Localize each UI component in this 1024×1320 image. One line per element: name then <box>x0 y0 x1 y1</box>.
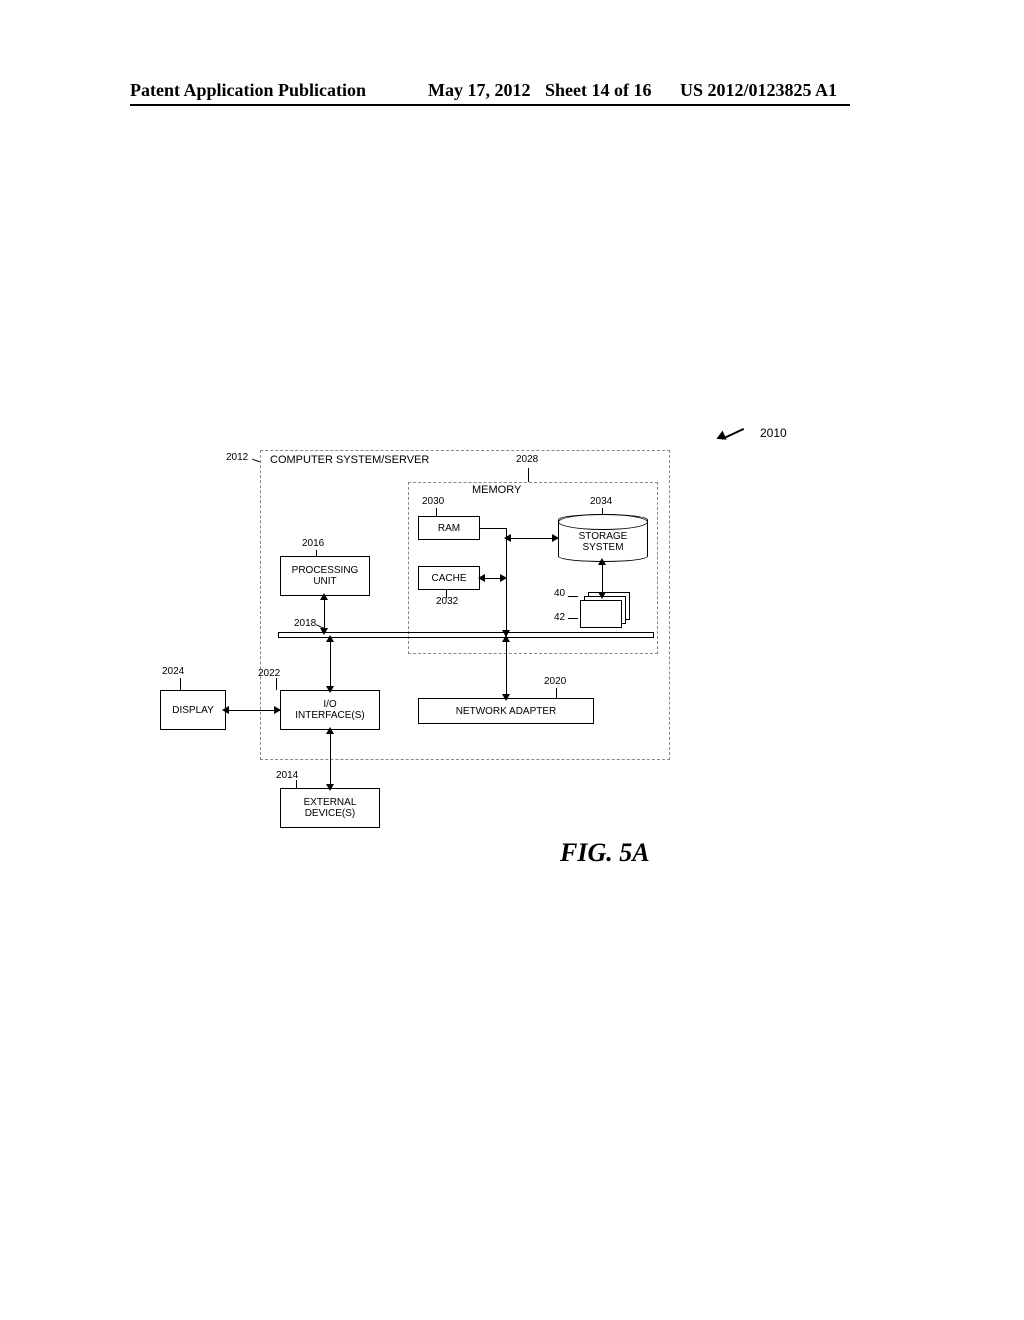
ref-42: 42 <box>554 612 565 623</box>
ref-2024: 2024 <box>162 666 184 677</box>
ref-2016: 2016 <box>302 538 324 549</box>
ref-2020: 2020 <box>544 676 566 687</box>
ref-2030: 2030 <box>422 496 444 507</box>
ref-40: 40 <box>554 588 565 599</box>
display-label: DISPLAY <box>172 705 214 716</box>
external-devices-box: EXTERNAL DEVICE(S) <box>280 788 380 828</box>
processing-unit-box: PROCESSING UNIT <box>280 556 370 596</box>
memory-label: MEMORY <box>472 484 521 496</box>
ref-2028: 2028 <box>516 454 538 465</box>
ref-2032: 2032 <box>436 596 458 607</box>
network-adapter-box: NETWORK ADAPTER <box>418 698 594 724</box>
header-date: May 17, 2012 <box>428 80 531 101</box>
cache-label: CACHE <box>431 573 466 584</box>
io-label: I/O INTERFACE(S) <box>295 699 364 721</box>
header-sheet: Sheet 14 of 16 <box>545 80 652 101</box>
ref-arrow-icon <box>722 434 754 444</box>
computer-system-label: COMPUTER SYSTEM/SERVER <box>270 454 429 466</box>
processing-unit-label: PROCESSING UNIT <box>292 565 359 587</box>
ram-label: RAM <box>438 523 460 534</box>
ref-2018: 2018 <box>294 618 316 629</box>
system-diagram: COMPUTER SYSTEM/SERVER 2012 MEMORY 2028 … <box>160 430 690 860</box>
header-rule <box>130 104 850 106</box>
header-pub-type: Patent Application Publication <box>130 80 366 101</box>
external-label: EXTERNAL DEVICE(S) <box>304 797 357 819</box>
cache-box: CACHE <box>418 566 480 590</box>
ref-2034: 2034 <box>590 496 612 507</box>
ref-outer-system: 2010 <box>760 426 787 440</box>
figure-caption: FIG. 5A <box>560 838 650 868</box>
ref-2014: 2014 <box>276 770 298 781</box>
storage-cylinder: STORAGE SYSTEM <box>558 514 648 562</box>
network-adapter-label: NETWORK ADAPTER <box>456 706 557 717</box>
ram-box: RAM <box>418 516 480 540</box>
bus-line <box>278 632 654 638</box>
header-pub-num: US 2012/0123825 A1 <box>680 80 837 101</box>
display-box: DISPLAY <box>160 690 226 730</box>
io-interfaces-box: I/O INTERFACE(S) <box>280 690 380 730</box>
ref-2012: 2012 <box>226 452 248 463</box>
storage-label: STORAGE SYSTEM <box>559 531 647 553</box>
